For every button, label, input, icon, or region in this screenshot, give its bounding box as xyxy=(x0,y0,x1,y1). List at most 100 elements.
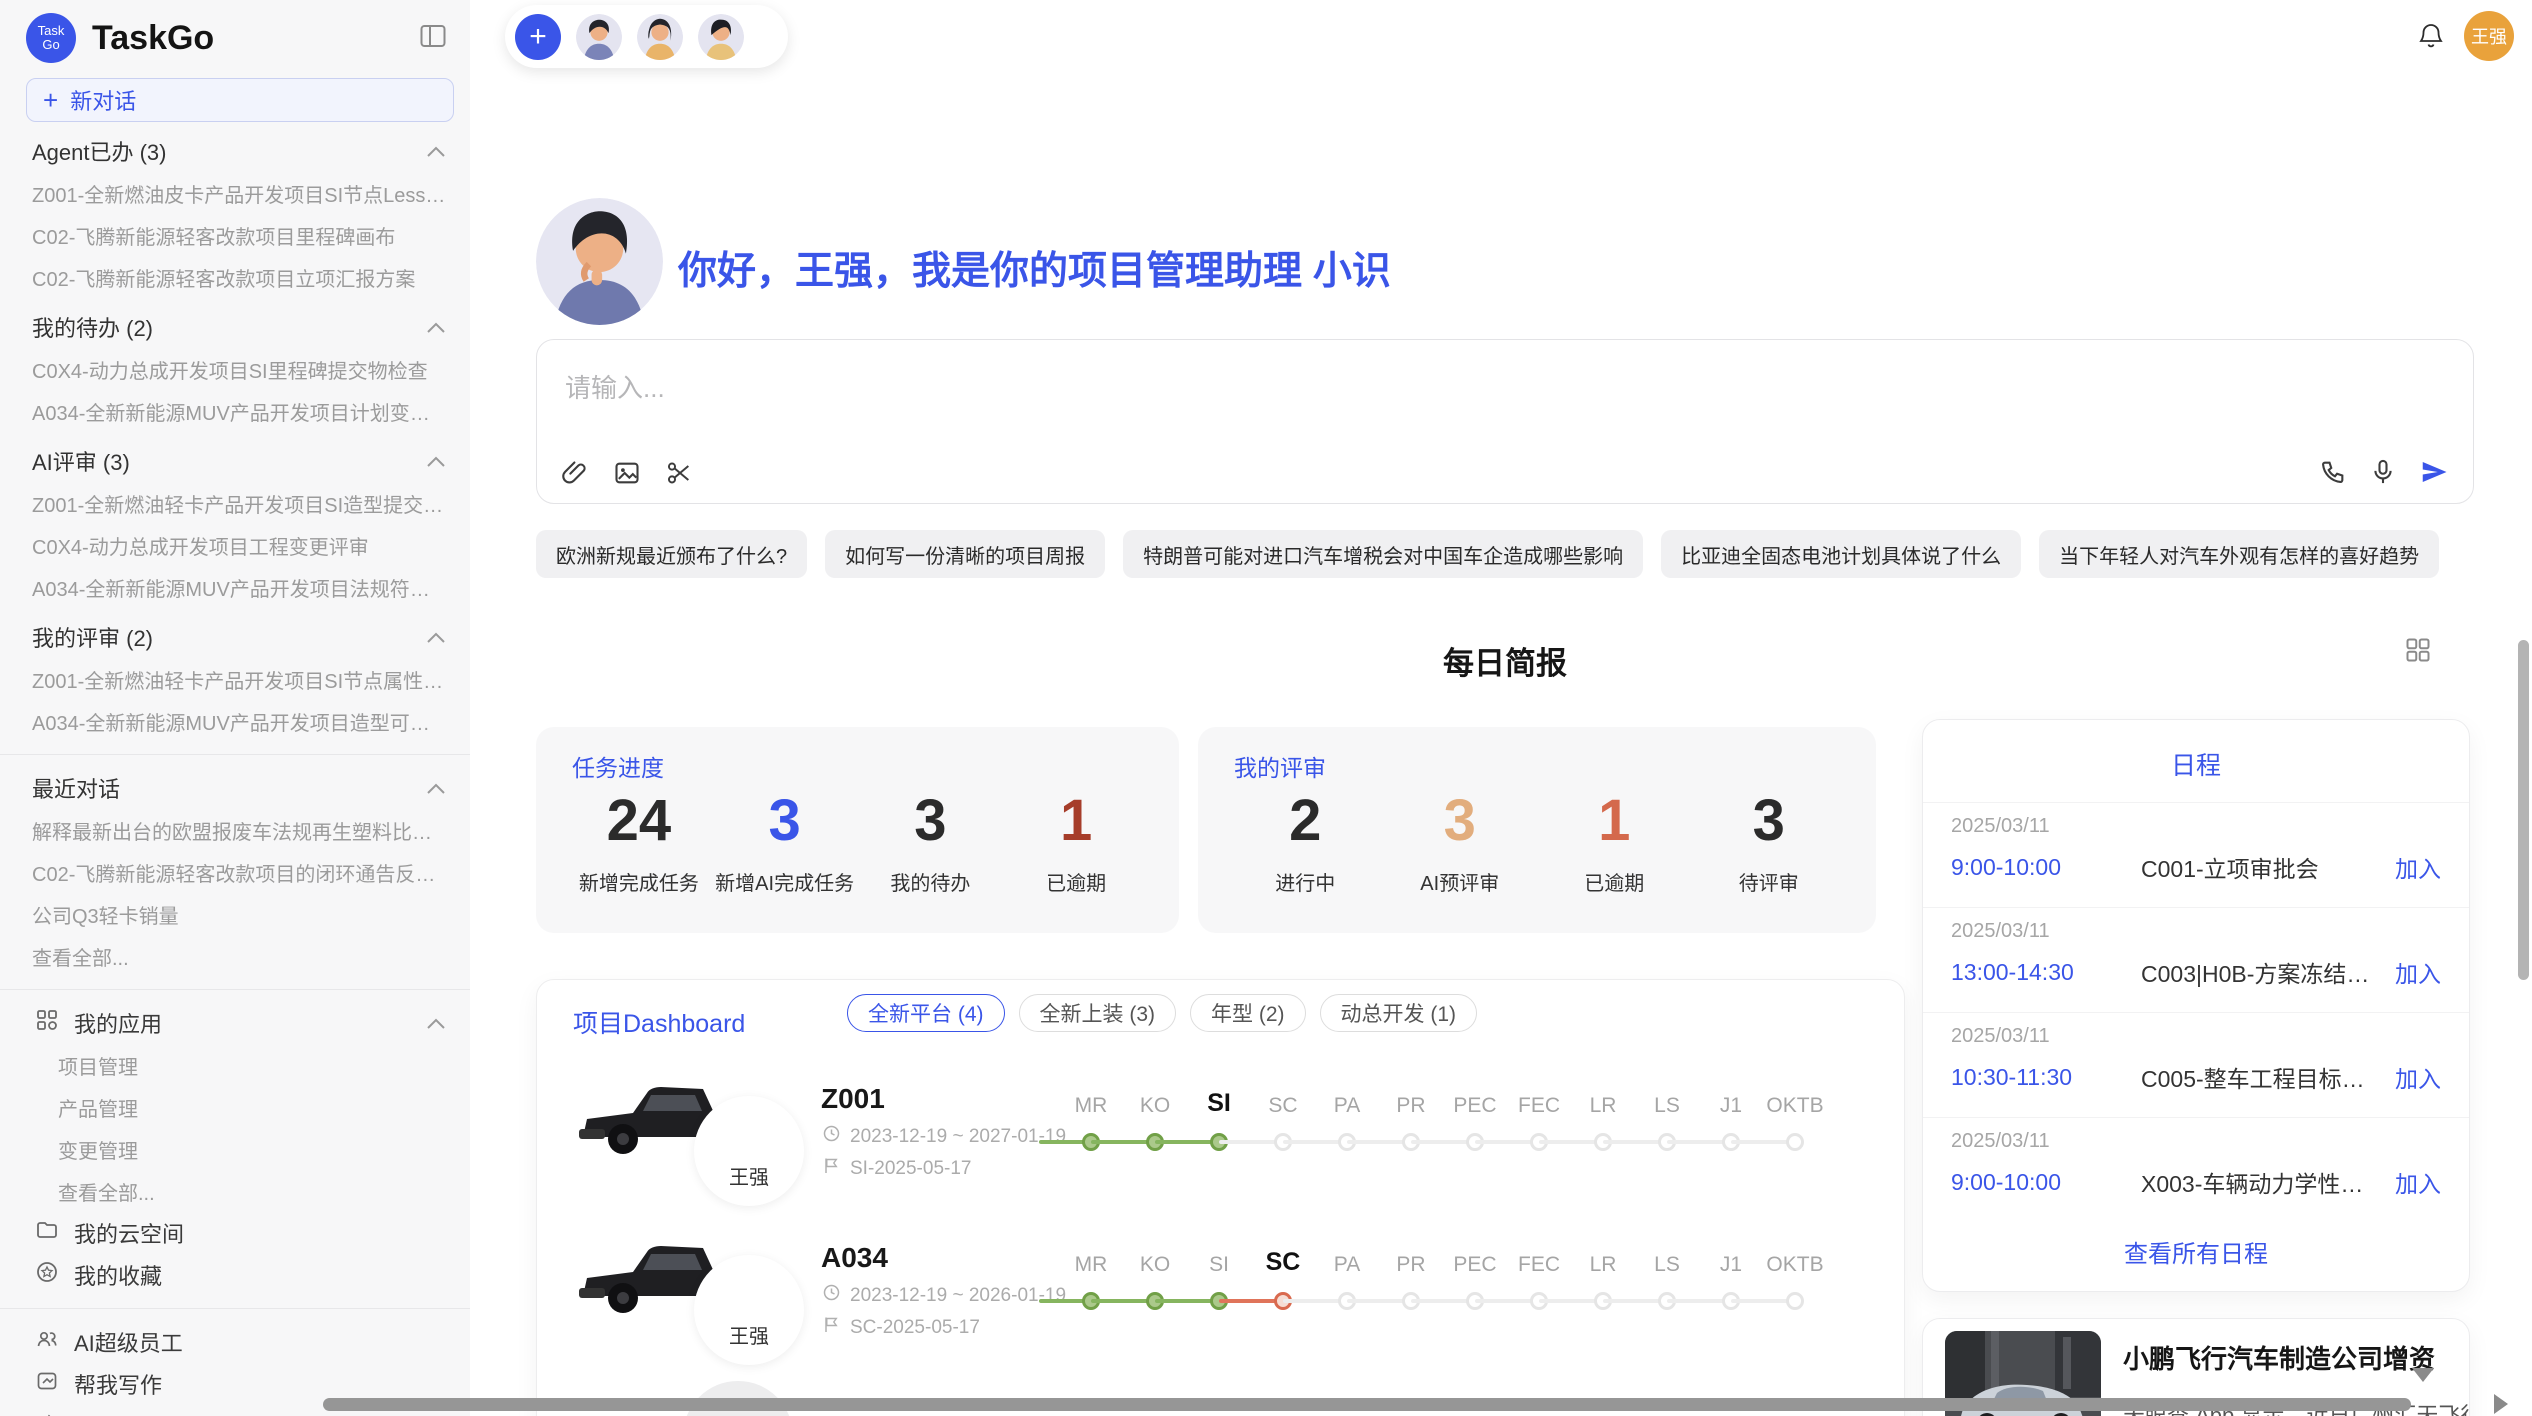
view-all-schedule-link[interactable]: 查看所有日程 xyxy=(1923,1234,2469,1291)
microphone-icon[interactable] xyxy=(2369,458,2397,486)
scroll-right-arrow[interactable] xyxy=(2494,1394,2508,1414)
session-avatar-1[interactable] xyxy=(576,14,622,60)
tab-new-platform[interactable]: 全新平台 (4) xyxy=(847,994,1005,1032)
section-header-ai-review[interactable]: AI评审 (3) xyxy=(0,440,470,482)
schedule-time: 13:00-14:30 xyxy=(1951,959,2141,986)
section-title: 最近对话 xyxy=(32,772,120,804)
sidebar-item[interactable]: A034-全新新能源MUV产品开发项目造型可行性评审 xyxy=(0,700,470,742)
project-row-z001[interactable]: 王强 Z001 2023-12-19 ~ 2027-01-19 SI-2025-… xyxy=(537,1073,1904,1238)
milestone-dot xyxy=(1786,1133,1804,1151)
sidebar-item[interactable]: Z001-全新燃油轻卡产品开发项目SI节点属性5D文件评审 xyxy=(0,658,470,700)
scroll-down-arrow[interactable] xyxy=(2412,1368,2434,1382)
suggestion-chip[interactable]: 特朗普可能对进口汽车增税会对中国车企造成哪些影响 xyxy=(1123,530,1643,578)
send-icon[interactable] xyxy=(2419,457,2449,487)
section-header-my-review[interactable]: 我的评审 (2) xyxy=(0,616,470,658)
sidebar-item[interactable]: C0X4-动力总成开发项目SI里程碑提交物检查 xyxy=(0,348,470,390)
phone-icon[interactable] xyxy=(2319,458,2347,486)
section-header-my-todo[interactable]: 我的待办 (2) xyxy=(0,306,470,348)
project-row-a034[interactable]: 王强 A034 2023-12-19 ~ 2026-01-19 SC-2025-… xyxy=(537,1232,1904,1397)
sidebar-item-my-apps[interactable]: 我的应用 xyxy=(0,1002,470,1044)
recent-view-all[interactable]: 查看全部... xyxy=(0,935,470,977)
stat-in-progress: 2 进行中 xyxy=(1228,789,1383,896)
session-switcher: + xyxy=(505,5,788,68)
milestone: PR xyxy=(1379,1247,1443,1277)
milestone: FEC xyxy=(1507,1088,1571,1118)
image-icon[interactable] xyxy=(613,459,641,487)
layout-grid-icon[interactable] xyxy=(2404,636,2432,669)
schedule-item: 2025/03/11 9:00-10:00 X003-车辆动力学性能验... 加… xyxy=(1923,1117,2469,1222)
card-title: 任务进度 xyxy=(572,749,664,783)
chevron-up-icon[interactable] xyxy=(426,138,446,164)
suggestion-chip[interactable]: 当下年轻人对汽车外观有怎样的喜好趋势 xyxy=(2039,530,2439,578)
suggestion-chip[interactable]: 如何写一份清晰的项目周报 xyxy=(825,530,1105,578)
milestone: SI xyxy=(1187,1088,1251,1118)
chevron-up-icon[interactable] xyxy=(426,775,446,801)
owner-name: 王强 xyxy=(729,1320,769,1349)
recent-item[interactable]: 解释最新出台的欧盟报废车法规再生塑料比例被调至15%... xyxy=(0,809,470,851)
milestone: SI xyxy=(1187,1247,1251,1277)
stat-value: 24 xyxy=(566,789,712,853)
sidebar-item-ai-employee[interactable]: AI超级员工 xyxy=(0,1321,470,1363)
sidebar-item[interactable]: Z001-全新燃油轻卡产品开发项目SI造型提交物评审 xyxy=(0,482,470,524)
milestone: MR xyxy=(1059,1088,1123,1118)
schedule-name: X003-车辆动力学性能验... xyxy=(2141,1165,2381,1199)
tab-powertrain[interactable]: 动总开发 (1) xyxy=(1320,994,1478,1032)
sidebar-item[interactable]: C0X4-动力总成开发项目工程变更评审 xyxy=(0,524,470,566)
app-item-project-mgmt[interactable]: 项目管理 xyxy=(0,1044,470,1086)
notification-bell-icon[interactable] xyxy=(2418,22,2444,55)
new-chat-button[interactable]: + 新对话 xyxy=(26,78,454,122)
date-range: 2023-12-19 ~ 2027-01-19 xyxy=(850,1126,1066,1148)
sidebar-item[interactable]: A034-全新新能源MUV产品开发项目计划变更表编写 xyxy=(0,390,470,432)
join-button[interactable]: 加入 xyxy=(2395,1060,2441,1094)
sidebar-item[interactable]: Z001-全新燃油皮卡产品开发项目SI节点Lesson Learn报告 xyxy=(0,172,470,214)
horizontal-scrollbar[interactable] xyxy=(323,1398,2411,1411)
schedule-date: 2025/03/11 xyxy=(1951,815,2441,838)
section-header-recent[interactable]: 最近对话 xyxy=(0,767,470,809)
stat-label: 进行中 xyxy=(1228,867,1383,896)
stat-label: 待评审 xyxy=(1692,867,1847,896)
recent-item[interactable]: C02-飞腾新能源轻客改款项目的闭环通告反馈情况 xyxy=(0,851,470,893)
schedule-title: 日程 xyxy=(1923,746,2469,782)
session-avatar-3[interactable] xyxy=(698,14,744,60)
suggestion-chip[interactable]: 比亚迪全固态电池计划具体说了什么 xyxy=(1661,530,2021,578)
help-write-label: 帮我写作 xyxy=(74,1368,162,1400)
sidebar-item-favorites[interactable]: 我的收藏 xyxy=(0,1254,470,1296)
user-name: 王强 xyxy=(2471,23,2507,49)
chevron-up-icon[interactable] xyxy=(426,448,446,474)
attachment-icon[interactable] xyxy=(561,459,589,487)
vertical-scrollbar[interactable] xyxy=(2518,640,2529,980)
section-header-agent-done[interactable]: Agent已办 (3) xyxy=(0,130,470,172)
join-button[interactable]: 加入 xyxy=(2395,1165,2441,1199)
chat-input-box[interactable]: 请输入... xyxy=(536,339,2474,504)
app-item-product-mgmt[interactable]: 产品管理 xyxy=(0,1086,470,1128)
scissors-icon[interactable] xyxy=(665,459,693,487)
star-badge-icon xyxy=(36,1261,58,1289)
schedule-name: C001-立项审批会 xyxy=(2141,850,2381,884)
grid-icon xyxy=(36,1009,58,1037)
add-session-button[interactable]: + xyxy=(515,14,561,60)
recent-item[interactable]: 公司Q3轻卡销量 xyxy=(0,893,470,935)
sidebar-item[interactable]: C02-飞腾新能源轻客改款项目里程碑画布 xyxy=(0,214,470,256)
sidebar-item[interactable]: C02-飞腾新能源轻客改款项目立项汇报方案 xyxy=(0,256,470,298)
chevron-up-icon[interactable] xyxy=(426,624,446,650)
app-item-change-mgmt[interactable]: 变更管理 xyxy=(0,1128,470,1170)
card-title: 我的评审 xyxy=(1234,749,1326,783)
chevron-up-icon[interactable] xyxy=(426,1010,446,1036)
tab-model-year[interactable]: 年型 (2) xyxy=(1190,994,1306,1032)
apps-view-all[interactable]: 查看全部... xyxy=(0,1170,470,1212)
view-all-label: 查看全部... xyxy=(32,942,129,971)
stat-value: 1 xyxy=(1003,789,1149,853)
sidebar-toggle-icon[interactable] xyxy=(420,24,446,53)
session-avatar-2[interactable] xyxy=(637,14,683,60)
task-progress-card: 任务进度 24 新增完成任务 3 新增AI完成任务 3 我的待办 1 已逾期 xyxy=(536,727,1179,933)
suggestion-chip[interactable]: 欧洲新规最近颁布了什么? xyxy=(536,530,807,578)
tab-new-body[interactable]: 全新上装 (3) xyxy=(1019,994,1177,1032)
join-button[interactable]: 加入 xyxy=(2395,955,2441,989)
schedule-date: 2025/03/11 xyxy=(1951,920,2441,943)
chevron-up-icon[interactable] xyxy=(426,314,446,340)
join-button[interactable]: 加入 xyxy=(2395,850,2441,884)
user-avatar[interactable]: 王强 xyxy=(2464,11,2514,61)
sidebar-item[interactable]: A034-全新新能源MUV产品开发项目法规符合性评审 xyxy=(0,566,470,608)
milestone: J1 xyxy=(1699,1088,1763,1118)
sidebar-item-cloud-space[interactable]: 我的云空间 xyxy=(0,1212,470,1254)
